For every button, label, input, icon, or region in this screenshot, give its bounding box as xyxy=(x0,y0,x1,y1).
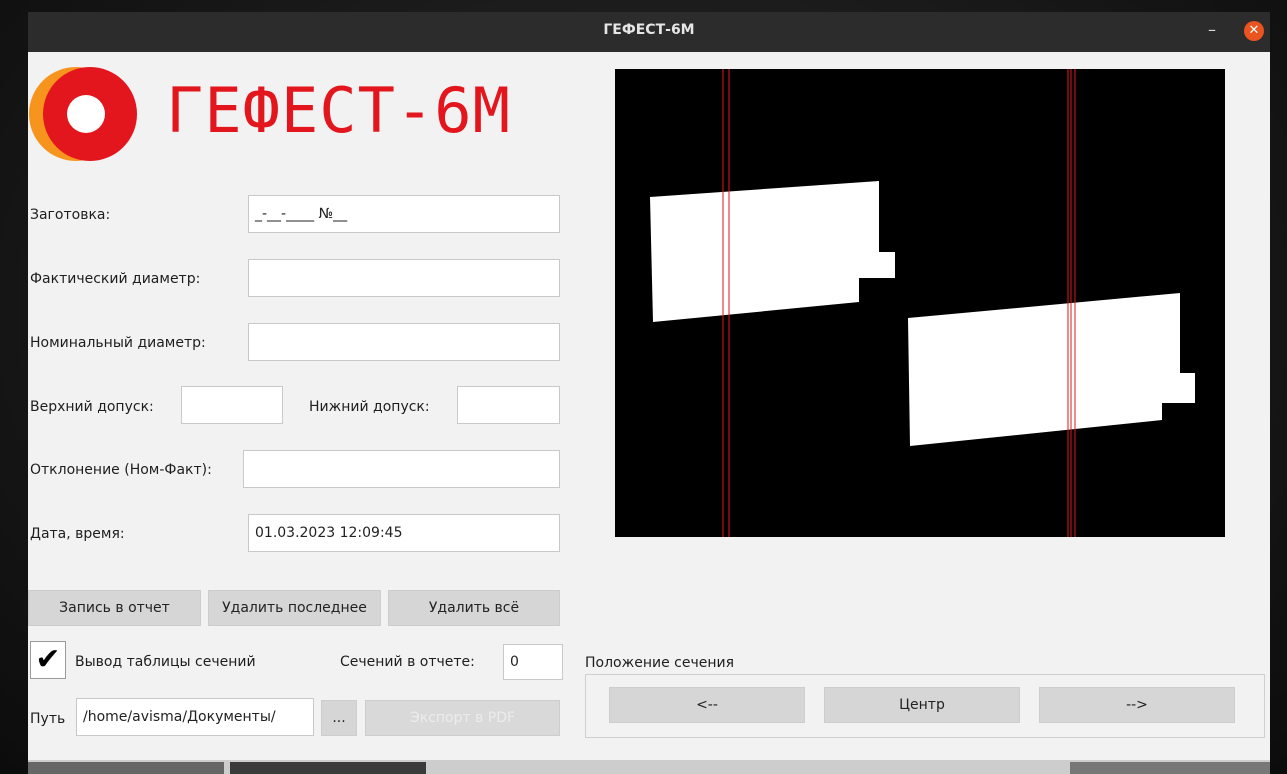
fact-diam-label: Фактический диаметр: xyxy=(30,271,201,287)
section-left-button[interactable]: <-- xyxy=(609,687,805,723)
zagotovka-field[interactable]: _-__-____ №__ xyxy=(248,195,560,233)
section-preview-image xyxy=(615,69,1225,537)
export-pdf-button[interactable]: Экспорт в PDF xyxy=(365,700,560,736)
sections-label: Сечений в отчете: xyxy=(340,654,475,670)
bottom-tab-1[interactable] xyxy=(28,762,224,774)
table-output-label: Вывод таблицы сечений xyxy=(75,654,256,670)
logo-text: ГЕФЕСТ-6М xyxy=(166,74,511,147)
sections-count-field[interactable]: 0 xyxy=(503,644,563,680)
delete-last-button[interactable]: Удалить последнее xyxy=(208,590,381,626)
fact-diam-field[interactable] xyxy=(248,259,560,297)
deviation-label: Отклонение (Ном-Факт): xyxy=(30,462,212,478)
datetime-label: Дата, время: xyxy=(30,526,125,542)
browse-button[interactable]: ... xyxy=(321,700,357,736)
lower-tol-label: Нижний допуск: xyxy=(309,399,430,415)
title-bar: ГЕФЕСТ-6М – ✕ xyxy=(28,12,1270,52)
bottom-tab-2[interactable] xyxy=(230,762,426,774)
upper-tol-field[interactable] xyxy=(181,386,283,424)
upper-tol-label: Верхний допуск: xyxy=(30,399,154,415)
path-field[interactable]: /home/avisma/Документы/ xyxy=(76,698,314,736)
nom-diam-field[interactable] xyxy=(248,323,560,361)
window-title: ГЕФЕСТ-6М xyxy=(603,22,695,38)
logo-ring-icon xyxy=(29,67,137,161)
record-button[interactable]: Запись в отчет xyxy=(28,590,201,626)
lower-tol-field[interactable] xyxy=(457,386,560,424)
deviation-field[interactable] xyxy=(243,450,560,488)
close-icon[interactable]: ✕ xyxy=(1244,21,1264,41)
nom-diam-label: Номинальный диаметр: xyxy=(30,335,206,351)
section-center-button[interactable]: Центр xyxy=(824,687,1020,723)
minimize-icon[interactable]: – xyxy=(1202,20,1222,39)
section-position-label: Положение сечения xyxy=(585,655,735,671)
section-right-button[interactable]: --> xyxy=(1039,687,1235,723)
bottom-tab-3[interactable] xyxy=(1070,762,1270,774)
delete-all-button[interactable]: Удалить всё xyxy=(388,590,560,626)
table-output-checkbox[interactable]: ✔ xyxy=(30,641,66,679)
profile-shape-1 xyxy=(650,181,895,322)
datetime-field[interactable]: 01.03.2023 12:09:45 xyxy=(248,514,560,552)
app-window: ГЕФЕСТ-6М – ✕ ГЕФЕСТ-6М Заготовка: _-__-… xyxy=(28,12,1270,774)
path-label: Путь xyxy=(30,711,66,727)
zagotovka-label: Заготовка: xyxy=(30,207,111,223)
